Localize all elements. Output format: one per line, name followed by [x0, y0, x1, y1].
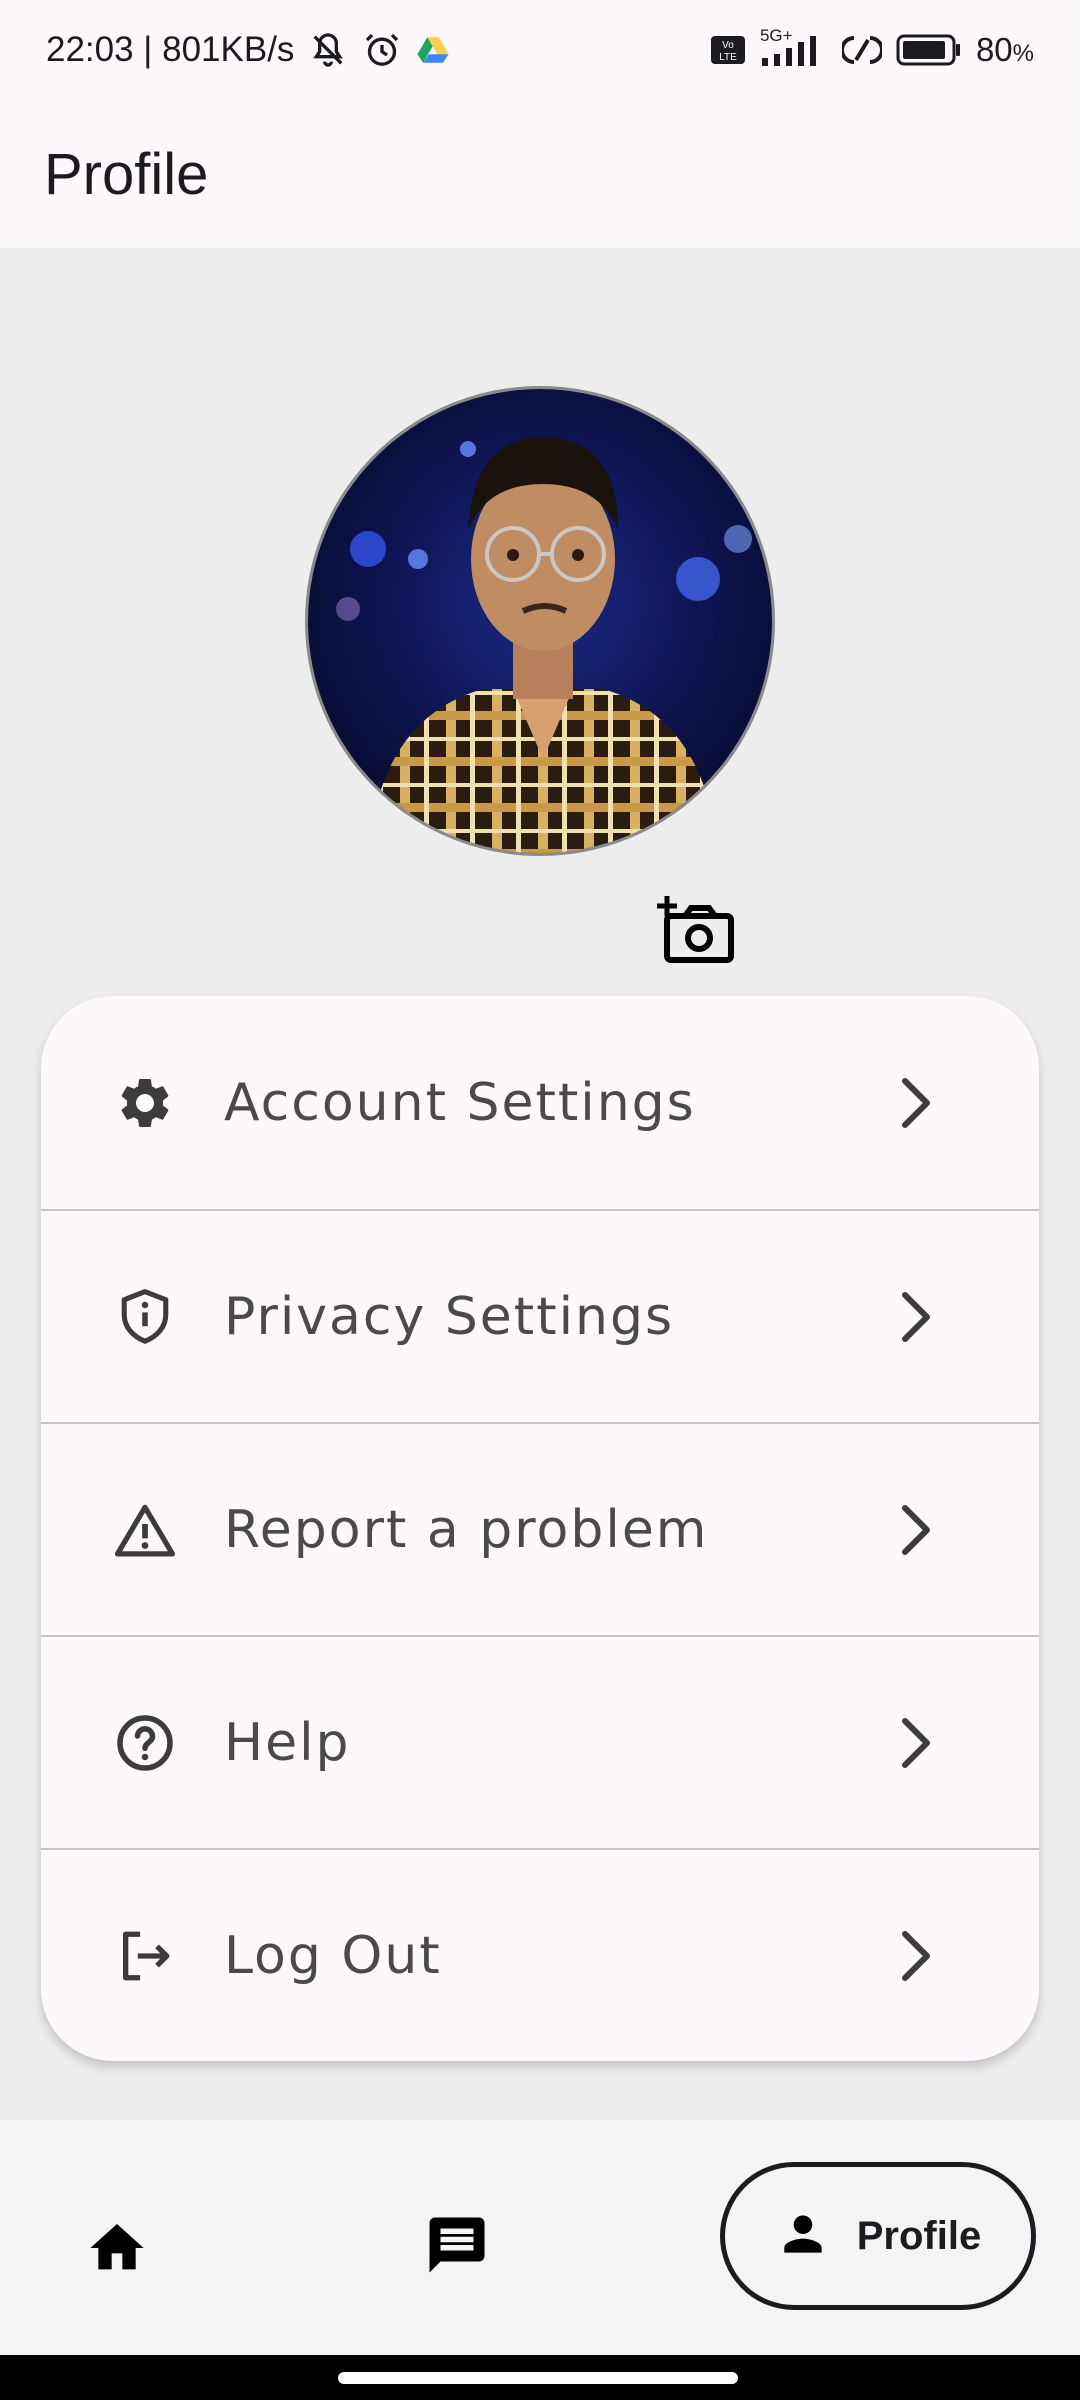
menu-item-report-problem[interactable]: Report a problem	[41, 1422, 1039, 1635]
signal-icon: 5G+	[760, 26, 828, 68]
mute-icon	[308, 30, 348, 70]
avatar[interactable]	[305, 386, 775, 856]
network-type: 5G+	[759, 26, 793, 45]
volte-icon: Vo LTE	[710, 35, 746, 65]
menu-item-help[interactable]: Help	[41, 1635, 1039, 1848]
chevron-right-icon	[891, 1287, 941, 1347]
home-icon	[85, 2224, 149, 2284]
warning-icon	[113, 1498, 177, 1562]
gear-icon	[113, 1071, 177, 1135]
menu-item-label: Account Settings	[224, 1072, 696, 1133]
logout-icon	[113, 1924, 177, 1988]
hotspot-icon	[841, 32, 882, 68]
app-bar: Profile	[0, 100, 1080, 248]
battery-icon	[896, 34, 962, 66]
alarm-icon	[362, 30, 402, 70]
svg-text:Vo: Vo	[722, 40, 734, 51]
menu-item-label: Help	[224, 1712, 351, 1773]
avatar-container	[305, 386, 775, 963]
add-photo-icon[interactable]	[657, 896, 735, 964]
profile-content: Account Settings Privacy Settings Report…	[0, 248, 1080, 2120]
status-time-speed: 22:03 | 801KB/s	[46, 30, 295, 69]
drive-icon	[416, 33, 450, 67]
menu-item-privacy-settings[interactable]: Privacy Settings	[41, 1209, 1039, 1422]
menu-item-label: Report a problem	[224, 1499, 709, 1560]
nav-home-button[interactable]	[85, 2216, 149, 2280]
settings-menu: Account Settings Privacy Settings Report…	[41, 996, 1039, 2061]
menu-item-log-out[interactable]: Log Out	[41, 1848, 1039, 2061]
menu-item-label: Log Out	[224, 1925, 442, 1986]
menu-item-label: Privacy Settings	[224, 1286, 675, 1347]
chevron-right-icon	[891, 1073, 941, 1133]
gesture-bar	[0, 2355, 1080, 2400]
battery-percentage: 80%	[975, 31, 1034, 68]
chevron-right-icon	[891, 1500, 941, 1560]
status-bar: 22:03 | 801KB/s Vo LTE 5G+ 80%	[0, 0, 1080, 100]
nav-profile-label: Profile	[856, 2213, 982, 2258]
nav-profile-button[interactable]: Profile	[720, 2162, 1036, 2310]
bottom-navigation: Profile	[0, 2120, 1080, 2355]
svg-text:LTE: LTE	[719, 52, 737, 63]
nav-messages-button[interactable]	[424, 2212, 490, 2278]
home-gesture-handle[interactable]	[338, 2372, 738, 2384]
page-title: Profile	[44, 141, 209, 207]
help-circle-icon	[113, 1711, 177, 1775]
menu-item-account-settings[interactable]: Account Settings	[41, 996, 1039, 1209]
chat-icon	[424, 2217, 490, 2282]
status-right: Vo LTE 5G+ 80%	[710, 26, 1034, 69]
shield-info-icon	[113, 1285, 177, 1349]
person-icon	[775, 2206, 831, 2266]
chevron-right-icon	[891, 1713, 941, 1773]
status-left: 22:03 | 801KB/s	[46, 30, 450, 70]
chevron-right-icon	[891, 1926, 941, 1986]
